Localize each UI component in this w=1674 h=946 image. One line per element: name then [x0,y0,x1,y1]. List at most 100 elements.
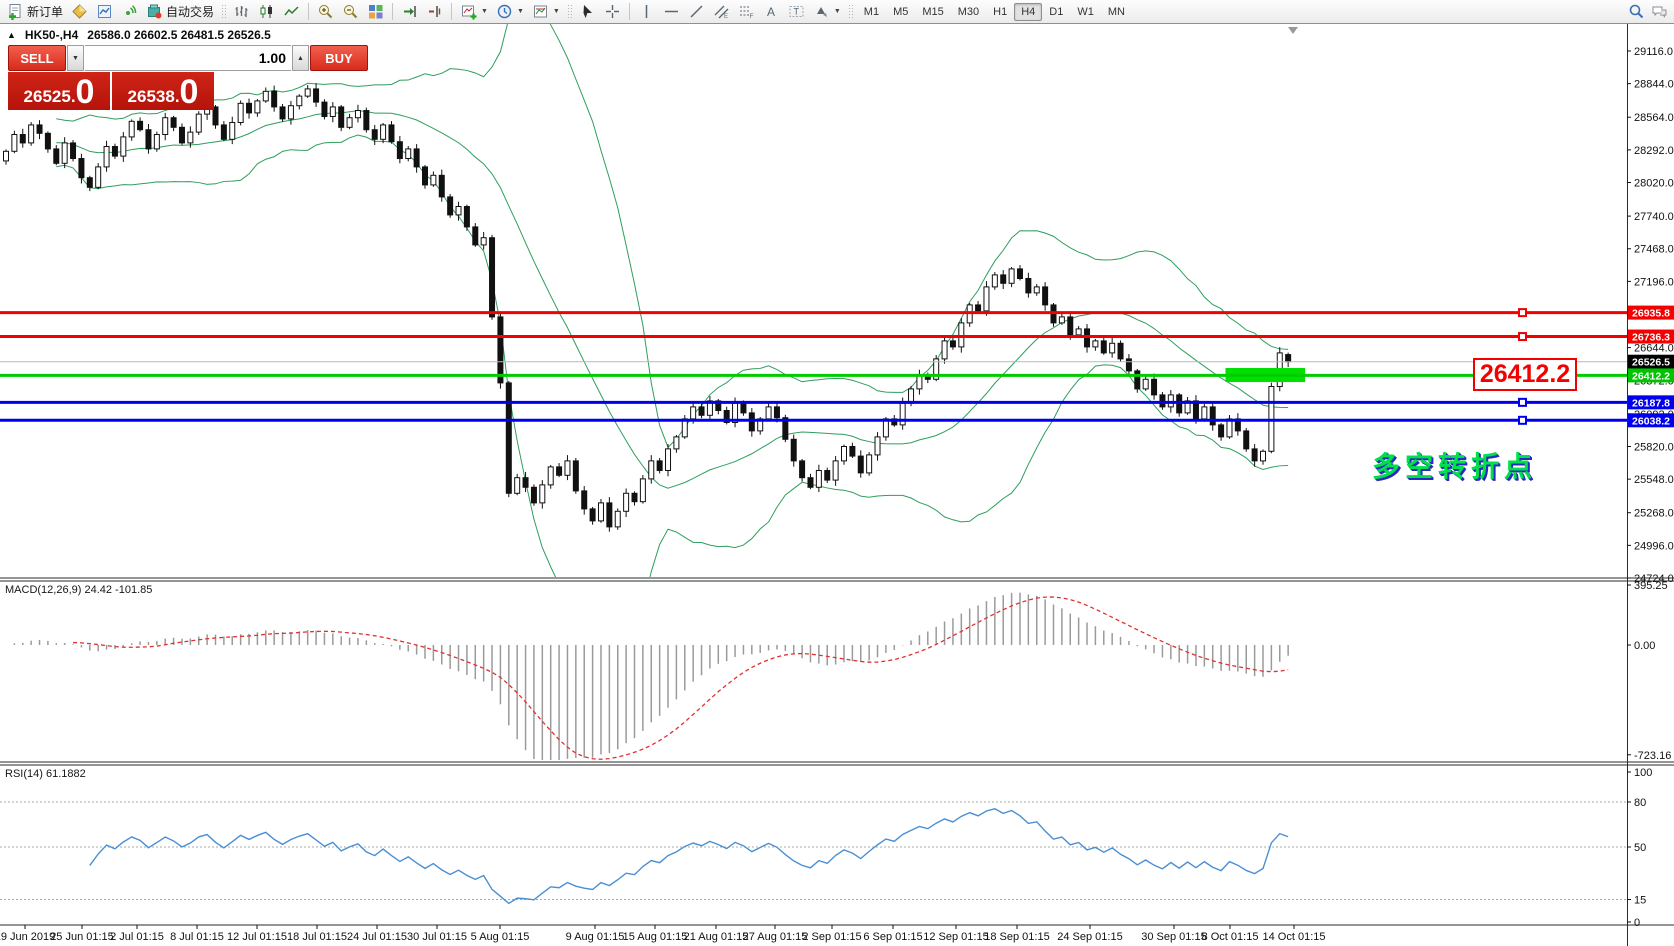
candle-bull [237,102,244,124]
profiles-button[interactable] [93,2,116,21]
chart-shift-marker[interactable] [1288,27,1298,34]
svg-text:F: F [749,13,753,20]
arrows-dropdown[interactable]: ▼ [810,2,844,21]
auto-scroll-button[interactable] [398,2,421,21]
signals-button[interactable] [118,2,141,21]
date-axis[interactable]: 19 Jun 201925 Jun 01:152 Jul 01:15 8 Jul … [0,925,1326,943]
candle-bear [1067,316,1074,336]
tab-timeframe-M30[interactable]: M30 [951,3,986,21]
candle-bear [790,438,797,462]
buy-button[interactable]: BUY [310,45,368,71]
candle-bull [229,122,236,140]
cursor-button[interactable] [576,2,599,21]
horizontal-lines[interactable] [0,308,1627,425]
symbols-button[interactable] [68,2,91,21]
candle-bear [1134,370,1141,390]
candle-bull [195,113,202,133]
tab-timeframe-H4[interactable]: H4 [1014,2,1043,21]
candle-bull [287,105,294,120]
sell-price-display[interactable]: 26525. 0 [8,72,110,110]
templates-dropdown[interactable]: ▼ [529,2,563,21]
candle-bear [1042,286,1049,306]
candle-bear [371,129,378,140]
toolbar-separator [392,3,394,20]
macd-axis-label: -723.16 [1634,750,1671,762]
candle-bull [958,322,965,348]
candle-bear [1251,448,1258,462]
horizontal-line-button[interactable] [660,2,683,21]
trendline-button[interactable] [685,2,708,21]
search-icon[interactable] [1628,3,1645,20]
auto-trading-button[interactable]: 自动交易 [143,2,217,21]
periods-dropdown[interactable]: ▼ [493,2,527,21]
vertical-line-button[interactable] [635,2,658,21]
new-order-button[interactable]: 新订单 [4,2,66,21]
line-chart-button[interactable] [280,2,303,21]
candle-bull [1033,286,1040,294]
candle-bear [807,477,814,488]
tab-timeframe-M15[interactable]: M15 [915,3,950,21]
turning-point-annotation[interactable]: 多空转折点 [1372,445,1537,485]
candle-bear [748,412,755,432]
bars-chart-button[interactable] [230,2,253,21]
chart-area[interactable]: 29116.0 28844.0 28564.0 28292.0 28020.0 27740… [0,24,1674,946]
candle-bear [1100,340,1107,354]
dropdown-arrow-icon: ▼ [552,8,560,15]
fibonacci-button[interactable]: F [735,2,758,21]
tab-timeframe-M5[interactable]: M5 [886,3,915,21]
candle-bear [170,117,177,128]
one-click-panel-arrow[interactable]: ▲ [7,30,16,40]
candle-bull [765,406,772,420]
candle-bull [597,502,604,522]
crosshair-button[interactable] [601,2,624,21]
candle-bull [1008,268,1015,284]
text-label-button[interactable]: T [785,2,808,21]
price-level-callout[interactable]: 26412.2 [1473,358,1577,391]
candle-bull [841,445,847,462]
new-order-icon [9,4,21,20]
candle-bull [128,120,135,138]
date-axis-label: 12 Jul 01:15 [227,931,287,943]
tab-timeframe-H1[interactable]: H1 [986,3,1014,21]
tab-timeframe-D1[interactable]: D1 [1042,3,1070,21]
date-axis-label: 8 Jul 01:15 [170,931,224,943]
candle-bear [145,129,152,150]
sell-button[interactable]: SELL [8,45,66,71]
chart-shift-button[interactable] [423,2,446,21]
candle-bear [447,196,454,216]
candle-bear [857,455,864,474]
tab-timeframe-W1[interactable]: W1 [1070,3,1101,21]
price-axis-label: 26644.0 [1634,343,1674,355]
buy-price-display[interactable]: 26538. 0 [112,72,214,110]
candle-bull [1075,328,1082,336]
tab-timeframe-M1[interactable]: M1 [857,3,886,21]
tab-timeframe-MN[interactable]: MN [1101,3,1132,21]
dropdown-arrow-icon: ▼ [833,8,841,15]
tile-windows-button[interactable] [364,2,387,21]
candles-layer[interactable] [3,83,1292,532]
chat-icon[interactable] [1651,3,1668,20]
volume-increase-button[interactable]: ▲ [292,45,309,71]
zoom-in-icon [319,5,333,19]
volume-input[interactable] [85,45,291,71]
candle-bear [497,316,504,384]
volume-decrease-button[interactable]: ▼ [67,45,84,71]
candle-bear [388,124,395,143]
candles-chart-button[interactable] [255,2,278,21]
channel-button[interactable]: E [710,2,733,21]
text-button[interactable]: A [760,2,783,21]
candle-bear [338,106,345,128]
zoom-out-button[interactable] [339,2,362,21]
template-icon [533,5,547,18]
zoom-in-button[interactable] [314,2,337,21]
candle-bear [1016,268,1023,280]
dropdown-arrow-icon: ▼ [516,8,524,15]
candle-bear [438,174,445,198]
candle-bear [321,101,328,118]
candle-bear [413,148,420,168]
candles-chart-icon [260,5,273,18]
candle-bull [941,340,948,360]
new-chart-dropdown[interactable]: ▼ [457,2,491,21]
candle-bull [3,150,9,162]
chart-canvas[interactable]: 29116.0 28844.0 28564.0 28292.0 28020.0 27740… [0,24,1674,946]
